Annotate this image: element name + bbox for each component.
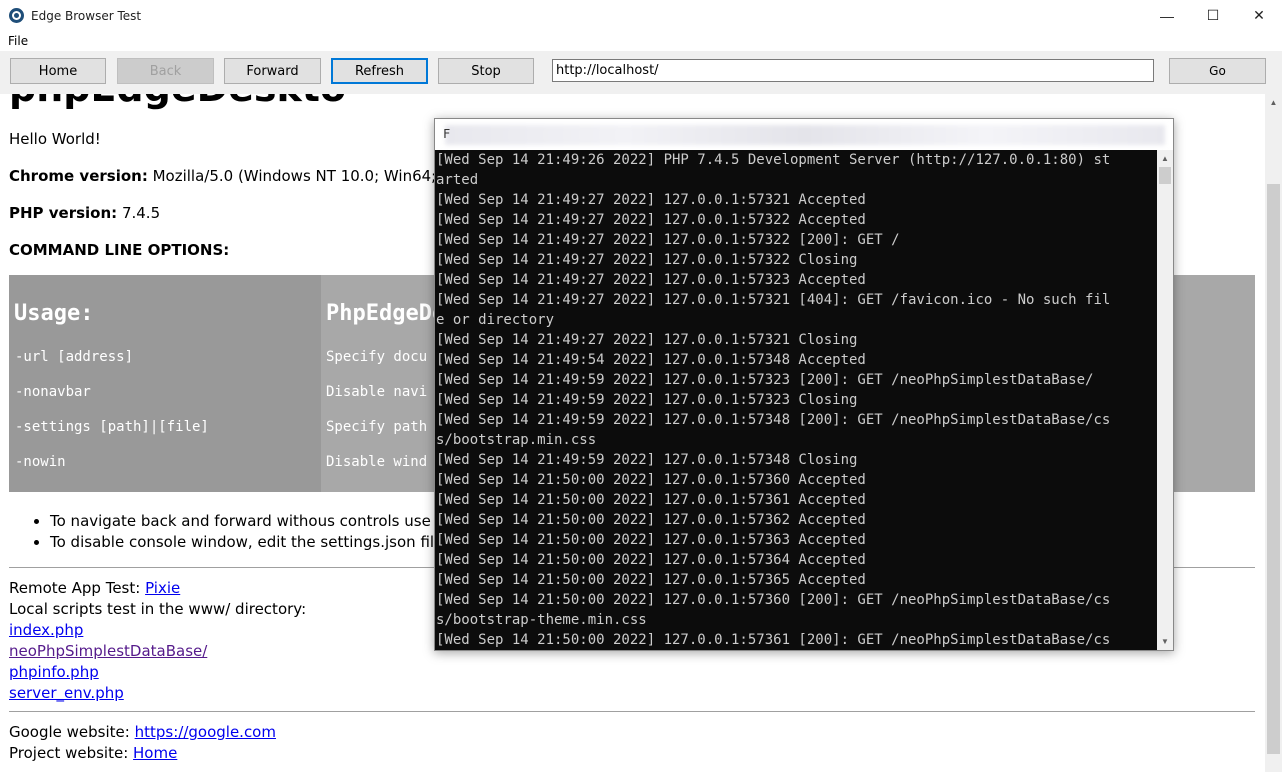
divider — [9, 711, 1255, 712]
console-line: [Wed Sep 14 21:49:54 2022] 127.0.0.1:573… — [436, 352, 866, 368]
console-output: [Wed Sep 14 21:49:26 2022] PHP 7.4.5 Dev… — [435, 150, 1157, 650]
maximize-icon: ☐ — [1206, 7, 1220, 23]
console-title-bar[interactable]: F — [435, 119, 1173, 150]
console-line: [Wed Sep 14 21:49:26 2022] PHP 7.4.5 Dev… — [436, 152, 1111, 168]
home-button[interactable]: Home — [10, 58, 106, 84]
console-line: [Wed Sep 14 21:49:27 2022] 127.0.0.1:573… — [436, 272, 866, 288]
title-bar: Edge Browser Test — ☐ ✕ — [0, 0, 1282, 31]
notes-list: To navigate back and forward withous con… — [30, 511, 463, 553]
forward-button[interactable]: Forward — [224, 58, 321, 84]
google-website: Google website: https://google.com — [9, 723, 276, 741]
app-icon — [9, 8, 24, 23]
google-link[interactable]: https://google.com — [135, 723, 276, 741]
console-line: s/bootstrap-theme.min.css — [436, 612, 647, 628]
console-title-blurred — [445, 125, 1165, 145]
console-line: [Wed Sep 14 21:50:00 2022] 127.0.0.1:573… — [436, 472, 866, 488]
console-line: e or directory — [436, 312, 555, 328]
console-line: [Wed Sep 14 21:49:27 2022] 127.0.0.1:573… — [436, 232, 900, 248]
remote-app-test: Remote App Test: Pixie — [9, 579, 180, 597]
minimize-icon: — — [1160, 7, 1174, 24]
project-website: Project website: Home — [9, 744, 177, 762]
console-line: [Wed Sep 14 21:50:00 2022] 127.0.0.1:573… — [436, 552, 866, 568]
chrome-version-value: Mozilla/5.0 (Windows NT 10.0; Win64; x64… — [147, 167, 475, 185]
php-version: PHP version: 7.4.5 — [9, 204, 160, 222]
console-line: [Wed Sep 14 21:49:59 2022] 127.0.0.1:573… — [436, 452, 858, 468]
console-line: [Wed Sep 14 21:49:59 2022] 127.0.0.1:573… — [436, 392, 858, 408]
option-desc: Specify docu — [326, 349, 428, 365]
console-line: [Wed Sep 14 21:49:27 2022] 127.0.0.1:573… — [436, 292, 1111, 308]
scroll-down-icon[interactable]: ▼ — [1157, 633, 1173, 650]
maximize-button[interactable]: ☐ — [1190, 0, 1236, 31]
console-line: [Wed Sep 14 21:49:27 2022] 127.0.0.1:573… — [436, 192, 866, 208]
php-version-value: 7.4.5 — [117, 204, 161, 222]
option-name: -url [address] — [15, 349, 134, 365]
console-window[interactable]: F [Wed Sep 14 21:49:26 2022] PHP 7.4.5 D… — [434, 118, 1174, 651]
stop-button[interactable]: Stop — [438, 58, 534, 84]
console-title-text: F — [443, 127, 451, 141]
console-line: arted — [436, 172, 479, 188]
command-line-heading: COMMAND LINE OPTIONS: — [9, 241, 230, 259]
phpinfo-link[interactable]: phpinfo.php — [9, 663, 99, 681]
console-line: [Wed Sep 14 21:50:00 2022] 127.0.0.1:573… — [436, 532, 866, 548]
refresh-button[interactable]: Refresh — [331, 58, 428, 84]
description-heading: PhpEdgeDe — [326, 301, 446, 326]
console-scrollbar[interactable]: ▲ ▼ — [1157, 150, 1173, 650]
page-heading: phpEdgeDeskto — [9, 94, 346, 110]
remote-label: Remote App Test: — [9, 579, 146, 597]
local-scripts-label: Local scripts test in the www/ directory… — [9, 600, 307, 618]
pixie-link[interactable]: Pixie — [145, 579, 180, 597]
console-line: [Wed Sep 14 21:50:00 2022] 127.0.0.1:573… — [436, 572, 866, 588]
project-label: Project website: — [9, 744, 134, 762]
url-input[interactable] — [552, 59, 1154, 82]
console-line: [Wed Sep 14 21:50:00 2022] 127.0.0.1:573… — [436, 632, 1111, 648]
php-version-label: PHP version: — [9, 204, 118, 222]
option-desc: Specify path — [326, 419, 428, 435]
list-item: To disable console window, edit the sett… — [50, 532, 463, 553]
console-line: [Wed Sep 14 21:50:00 2022] 127.0.0.1:573… — [436, 492, 866, 508]
console-scroll-thumb[interactable] — [1159, 167, 1171, 184]
option-name: -nonavbar — [15, 384, 91, 400]
menu-file[interactable]: File — [8, 34, 28, 48]
window-title: Edge Browser Test — [31, 9, 142, 23]
page-scrollbar[interactable]: ▲ — [1265, 94, 1282, 772]
toolbar: Home Back Forward Refresh Stop Go — [0, 51, 1282, 94]
minimize-button[interactable]: — — [1144, 0, 1190, 31]
console-line: [Wed Sep 14 21:49:59 2022] 127.0.0.1:573… — [436, 412, 1111, 428]
option-name: -settings [path]|[file] — [15, 419, 209, 435]
list-item: To navigate back and forward withous con… — [50, 511, 463, 532]
chrome-version: Chrome version: Mozilla/5.0 (Windows NT … — [9, 167, 475, 185]
server-env-link[interactable]: server_env.php — [9, 684, 124, 702]
google-label: Google website: — [9, 723, 135, 741]
hello-text: Hello World! — [9, 130, 101, 148]
close-button[interactable]: ✕ — [1236, 0, 1282, 31]
neophp-db-link[interactable]: neoPhpSimplestDataBase/ — [9, 642, 207, 660]
console-line: s/bootstrap.min.css — [436, 432, 597, 448]
option-desc: Disable navi — [326, 384, 428, 400]
console-line: [Wed Sep 14 21:49:59 2022] 127.0.0.1:573… — [436, 372, 1094, 388]
menu-bar: File — [0, 31, 1282, 51]
project-home-link[interactable]: Home — [133, 744, 177, 762]
option-desc: Disable wind — [326, 454, 428, 470]
scroll-thumb[interactable] — [1267, 184, 1280, 754]
option-name: -nowin — [15, 454, 66, 470]
index-php-link[interactable]: index.php — [9, 621, 83, 639]
console-line: [Wed Sep 14 21:49:27 2022] 127.0.0.1:573… — [436, 252, 858, 268]
chrome-version-label: Chrome version: — [9, 167, 148, 185]
console-line: [Wed Sep 14 21:49:27 2022] 127.0.0.1:573… — [436, 332, 858, 348]
console-line: [Wed Sep 14 21:49:27 2022] 127.0.0.1:573… — [436, 212, 866, 228]
close-icon: ✕ — [1253, 7, 1265, 23]
back-button[interactable]: Back — [117, 58, 214, 84]
console-line: [Wed Sep 14 21:50:00 2022] 127.0.0.1:573… — [436, 512, 866, 528]
go-button[interactable]: Go — [1169, 58, 1266, 84]
usage-heading: Usage: — [14, 301, 94, 326]
scroll-up-icon[interactable]: ▲ — [1265, 94, 1282, 111]
scroll-up-icon[interactable]: ▲ — [1157, 150, 1173, 167]
console-line: [Wed Sep 14 21:50:00 2022] 127.0.0.1:573… — [436, 592, 1111, 608]
console-text: [Wed Sep 14 21:49:26 2022] PHP 7.4.5 Dev… — [435, 150, 1157, 650]
